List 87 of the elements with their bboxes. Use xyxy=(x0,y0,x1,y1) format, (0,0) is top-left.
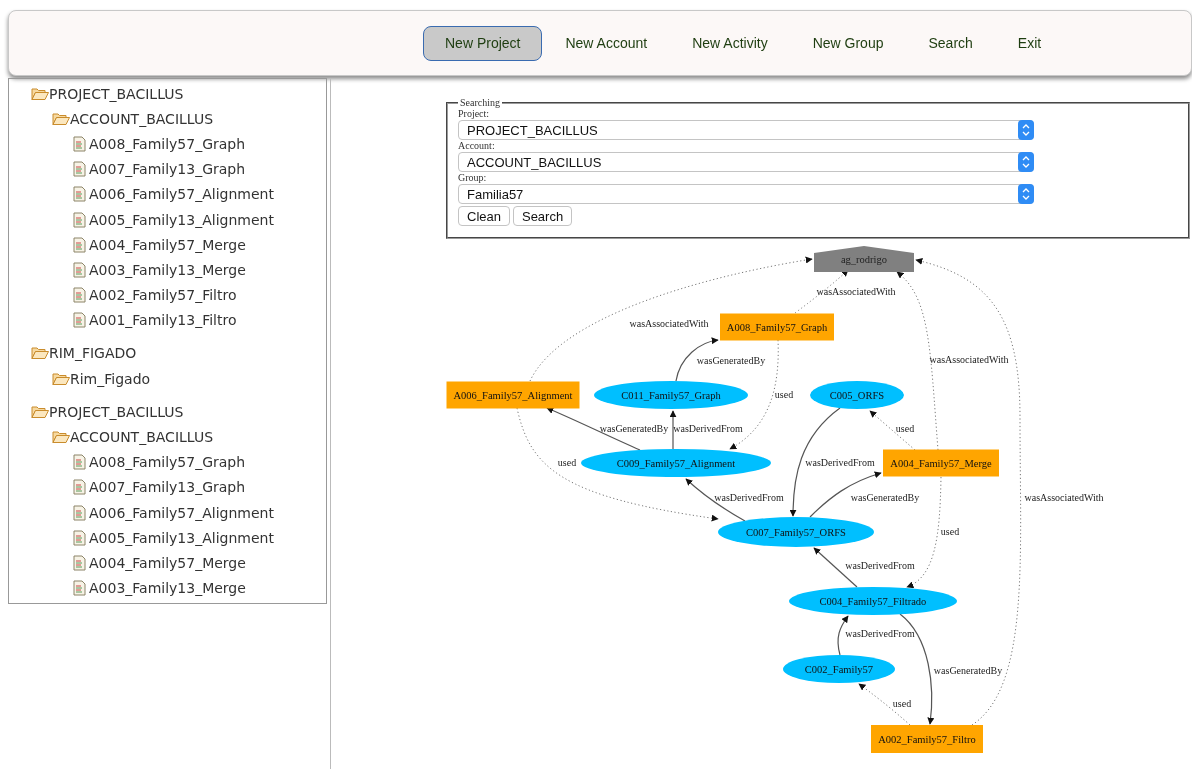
tree-item[interactable]: PROJECT_BACILLUS xyxy=(49,403,184,420)
folder-icon xyxy=(31,404,49,419)
stepper-icon xyxy=(1018,120,1034,140)
edge-label: used xyxy=(892,698,912,709)
fieldset-legend: Searching xyxy=(458,97,502,108)
menu-button[interactable]: New Group xyxy=(790,25,906,61)
menu-button[interactable]: New Account xyxy=(543,25,670,61)
edge-label: wasGeneratedBy xyxy=(850,492,920,503)
edge-label: wasGeneratedBy xyxy=(599,423,669,434)
edge-label: wasDerivedFrom xyxy=(845,560,915,571)
tree-item[interactable]: ACCOUNT_BACILLUS xyxy=(70,429,214,446)
activity-node[interactable]: A006_Family57_Alignment xyxy=(446,381,580,409)
tree-item[interactable]: A002_Family57_Filtro xyxy=(89,287,237,304)
edge-label: used xyxy=(940,526,960,537)
tree-item[interactable]: A003_Family13_Merge xyxy=(89,261,246,278)
document-icon xyxy=(73,454,86,471)
document-icon xyxy=(73,161,86,178)
tree-item[interactable]: Rim_Figado xyxy=(70,370,151,387)
document-icon xyxy=(73,312,86,329)
edge-label: wasDerivedFrom xyxy=(714,492,784,503)
tree-item[interactable]: A001_Family13_Filtro xyxy=(89,312,237,329)
tree-item[interactable]: ACCOUNT_BACILLUS xyxy=(70,110,214,127)
dropdown-select[interactable]: Familia57 xyxy=(458,184,1034,204)
folder-icon xyxy=(52,111,70,126)
dropdown-select[interactable]: ACCOUNT_BACILLUS xyxy=(458,152,1034,172)
menu-button[interactable]: New Project xyxy=(423,25,543,61)
edge-label: wasGeneratedBy xyxy=(933,665,1003,676)
edge-label: wasDerivedFrom xyxy=(673,423,743,434)
tree-item[interactable]: RIM_FIGADO xyxy=(49,345,137,362)
tree-item[interactable]: A005_Family13_Alignment xyxy=(89,211,274,228)
document-icon xyxy=(73,580,86,597)
edge-label: used xyxy=(895,423,915,434)
tree-item[interactable]: A005_Family13_Alignment xyxy=(89,529,274,546)
entity-node[interactable]: C004_Family57_Filtrado xyxy=(789,587,957,615)
field-label: Account: xyxy=(458,140,496,152)
edge-label: wasAssociatedWith xyxy=(629,318,709,329)
menu-button[interactable]: Exit xyxy=(995,25,1064,61)
entity-node[interactable]: C011_Family57_Graph xyxy=(594,381,748,409)
document-icon xyxy=(73,287,86,304)
document-icon xyxy=(73,236,86,253)
edge-label: wasDerivedFrom xyxy=(845,628,915,639)
edge-label: wasAssociatedWith xyxy=(929,354,1009,365)
tree-item[interactable]: A006_Family57_Alignment xyxy=(89,504,274,521)
tree-item[interactable]: A007_Family13_Graph xyxy=(89,479,246,496)
tree-item[interactable]: A004_Family57_Merge xyxy=(89,236,246,253)
edge-label: used xyxy=(774,389,794,400)
menu-button[interactable]: Search xyxy=(906,25,995,61)
tree-item[interactable]: A008_Family57_Graph xyxy=(89,135,246,152)
entity-node[interactable]: C005_ORFS xyxy=(810,381,904,409)
document-icon xyxy=(73,261,86,278)
tree-item[interactable]: PROJECT_BACILLUS xyxy=(49,85,184,102)
menu-button[interactable]: New Activity xyxy=(670,25,790,61)
entity-node[interactable]: C007_Family57_ORFS xyxy=(718,517,874,547)
folder-icon xyxy=(31,346,49,361)
stepper-icon xyxy=(1018,152,1034,172)
tree-item[interactable]: A008_Family57_Graph xyxy=(89,454,246,471)
edge-label: wasAssociatedWith xyxy=(816,286,896,297)
agent-node[interactable]: ag_rodrigo xyxy=(814,246,914,272)
tree-item[interactable]: A007_Family13_Graph xyxy=(89,161,246,178)
document-icon xyxy=(73,504,86,521)
document-icon xyxy=(73,211,86,228)
document-icon xyxy=(73,186,86,203)
form-button[interactable]: Search xyxy=(512,206,573,226)
folder-icon xyxy=(52,371,70,386)
edge-label: wasGeneratedBy xyxy=(696,355,766,366)
folder-icon xyxy=(52,430,70,445)
document-icon xyxy=(73,529,86,546)
field-label: Project: xyxy=(458,108,491,120)
edge-label: wasDerivedFrom xyxy=(805,457,875,468)
edge-label: wasAssociatedWith xyxy=(1024,492,1104,503)
activity-node[interactable]: A008_Family57_Graph xyxy=(720,313,834,341)
form-button[interactable]: Clean xyxy=(458,206,510,226)
entity-node[interactable]: C009_Family57_Alignment xyxy=(581,449,771,477)
edge-label: used xyxy=(557,457,577,468)
stepper-icon xyxy=(1018,184,1034,204)
tree-item[interactable]: A004_Family57_Merge xyxy=(89,554,246,571)
document-icon xyxy=(73,479,86,496)
document-icon xyxy=(73,135,86,152)
document-icon xyxy=(73,554,86,571)
entity-node[interactable]: C002_Family57 xyxy=(783,655,895,683)
activity-node[interactable]: A004_Family57_Merge xyxy=(883,449,999,477)
field-label: Group: xyxy=(458,172,488,184)
tree-item[interactable]: A006_Family57_Alignment xyxy=(89,186,274,203)
tree-item[interactable]: A003_Family13_Merge xyxy=(89,580,246,597)
activity-node[interactable]: A002_Family57_Filtro xyxy=(871,725,983,753)
dropdown-select[interactable]: PROJECT_BACILLUS xyxy=(458,120,1034,140)
folder-icon xyxy=(31,86,49,101)
